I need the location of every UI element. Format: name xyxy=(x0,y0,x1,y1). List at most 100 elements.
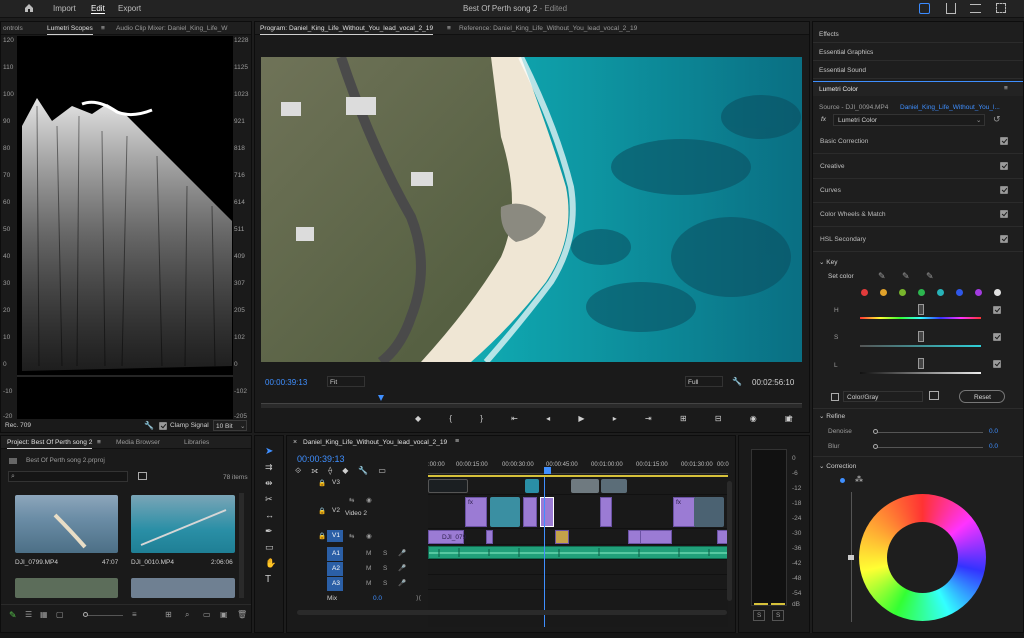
sort-icon[interactable]: ≡ xyxy=(132,610,137,619)
essential-graphics-tab[interactable]: Essential Graphics xyxy=(813,44,1023,61)
mic-icon[interactable]: 🎤 xyxy=(398,579,406,587)
clip-v3[interactable] xyxy=(601,479,627,493)
export-tab[interactable]: Export xyxy=(118,4,141,13)
clip-v1-selected[interactable] xyxy=(555,530,569,544)
fullscreen-icon[interactable] xyxy=(996,3,1006,13)
solo-left-button[interactable]: S xyxy=(753,610,765,621)
swatch-yellow-green[interactable] xyxy=(899,289,906,296)
lock-icon[interactable]: 🔒 xyxy=(318,507,326,515)
sequence-clip-link[interactable]: Daniel_King_Life_Without_You_l... xyxy=(900,104,1000,111)
reset-effect-icon[interactable]: ↺ xyxy=(993,114,1001,125)
menu-icon[interactable]: ≡ xyxy=(455,438,459,445)
eyedropper-plus-icon[interactable]: ✎ xyxy=(902,271,910,282)
media-thumbnail[interactable] xyxy=(15,578,118,598)
section-basic-correction[interactable]: Basic Correction xyxy=(813,130,1023,154)
section-checkbox[interactable] xyxy=(1000,137,1008,145)
swatch-cyan[interactable] xyxy=(937,289,944,296)
eyedropper-minus-icon[interactable]: ✎ xyxy=(926,271,934,282)
denoise-slider[interactable] xyxy=(875,432,983,433)
solo-button[interactable]: S xyxy=(383,580,387,587)
swatch-blue[interactable] xyxy=(956,289,963,296)
clip-v3[interactable] xyxy=(428,479,468,493)
correction-slider-handle[interactable] xyxy=(848,555,854,560)
program-video-frame[interactable] xyxy=(261,57,802,362)
clip-v1[interactable] xyxy=(640,530,672,544)
hue-slider[interactable] xyxy=(860,317,981,319)
clip-v2[interactable] xyxy=(490,497,520,527)
add-button-icon[interactable]: + xyxy=(787,413,793,424)
luminance-slider[interactable] xyxy=(860,372,981,374)
timeline-ruler[interactable]: :00:00 00:00:15:00 00:00:30:00 00:00:45:… xyxy=(428,458,729,474)
invert-mask-icon[interactable] xyxy=(929,391,939,400)
tab-audio-clip-mixer[interactable]: Audio Clip Mixer: Daniel_King_Life_W xyxy=(116,25,227,32)
project-scrollbar[interactable] xyxy=(239,493,244,598)
zoom-knob[interactable] xyxy=(83,612,88,617)
media-thumbnail[interactable] xyxy=(15,495,118,553)
pen-tool-icon[interactable]: ✒ xyxy=(265,526,273,537)
color-gray-dropdown[interactable]: Color/Gray xyxy=(843,391,923,402)
section-checkbox[interactable] xyxy=(1000,210,1008,218)
tab-program[interactable]: Program: Daniel_King_Life_Without_You_le… xyxy=(260,25,434,35)
playhead-marker[interactable] xyxy=(378,395,384,401)
playhead-line[interactable] xyxy=(544,477,545,627)
section-hsl-secondary[interactable]: HSL Secondary xyxy=(813,228,1023,252)
correction-section[interactable]: ⌄ Correction xyxy=(819,462,856,470)
wrench-icon[interactable]: 🔧 xyxy=(144,421,154,430)
clamp-signal-checkbox[interactable] xyxy=(159,422,167,430)
find-icon[interactable]: ⌕ xyxy=(185,610,189,620)
one-way-wheel-icon[interactable] xyxy=(840,478,845,483)
media-thumbnail[interactable] xyxy=(131,578,235,598)
sync-icon[interactable]: ⇆ xyxy=(349,532,354,540)
tab-libraries[interactable]: Libraries xyxy=(184,439,209,446)
resolution-dropdown[interactable]: Full xyxy=(685,376,723,387)
saturation-handle[interactable] xyxy=(918,331,924,342)
trash-icon[interactable]: 🗑 xyxy=(237,610,247,619)
zoom-slider[interactable] xyxy=(83,615,123,616)
section-checkbox[interactable] xyxy=(1000,235,1008,243)
solo-button[interactable]: S xyxy=(383,565,387,572)
tab-controls[interactable]: ontrols xyxy=(3,25,23,32)
section-color-wheels[interactable]: Color Wheels & Match xyxy=(813,203,1023,227)
type-tool-icon[interactable]: T xyxy=(265,574,271,585)
audio-clip-a1[interactable] xyxy=(428,546,728,559)
program-timeline-ruler[interactable] xyxy=(261,403,802,408)
luminance-checkbox[interactable] xyxy=(993,360,1001,368)
wrench-icon[interactable]: 🔧 xyxy=(732,377,742,386)
swatch-green[interactable] xyxy=(918,289,925,296)
swatch-red[interactable] xyxy=(861,289,868,296)
section-checkbox[interactable] xyxy=(1000,186,1008,194)
section-curves[interactable]: Curves xyxy=(813,179,1023,203)
selection-tool-icon[interactable]: ➤ xyxy=(265,446,276,457)
blur-knob[interactable] xyxy=(873,444,878,449)
clip-v2[interactable]: fx xyxy=(673,497,695,527)
tab-project[interactable]: Project: Best Of Perth song 2 xyxy=(7,439,93,449)
timeline-vertical-scrollbar[interactable] xyxy=(727,481,732,601)
fit-dropdown[interactable]: Fit xyxy=(327,376,365,387)
program-timecode[interactable]: 00:00:39:13 xyxy=(265,378,307,387)
menu-icon[interactable]: ≡ xyxy=(101,25,105,32)
effect-dropdown[interactable]: Lumetri Color ⌄ xyxy=(833,114,985,126)
clip-v2[interactable] xyxy=(600,497,612,527)
solo-button[interactable]: S xyxy=(383,550,387,557)
blur-slider[interactable] xyxy=(875,447,983,448)
clip-v2[interactable]: fx xyxy=(465,497,487,527)
essential-sound-tab[interactable]: Essential Sound xyxy=(813,62,1023,79)
reset-button[interactable]: Reset xyxy=(959,390,1005,403)
refine-section[interactable]: ⌄ Refine xyxy=(819,412,845,420)
mic-icon[interactable]: 🎤 xyxy=(398,564,406,572)
automate-icon[interactable]: ⊞ xyxy=(165,610,172,619)
menu-icon[interactable]: ≡ xyxy=(447,25,451,32)
eyedropper-icon[interactable]: ✎ xyxy=(878,271,886,282)
section-creative[interactable]: Creative xyxy=(813,155,1023,179)
mix-value[interactable]: 0.0 xyxy=(373,595,382,602)
home-icon[interactable] xyxy=(24,3,34,15)
mute-button[interactable]: M xyxy=(366,550,371,557)
timeline-timecode[interactable]: 00:00:39:13 xyxy=(297,454,345,464)
clip-v2[interactable] xyxy=(540,497,554,527)
media-thumbnail[interactable] xyxy=(131,495,235,553)
menu-icon[interactable]: ≡ xyxy=(1004,85,1008,92)
new-item-icon[interactable]: ▣ xyxy=(220,610,228,619)
eye-icon[interactable]: ◉ xyxy=(366,496,372,504)
workspaces-icon[interactable] xyxy=(970,4,981,13)
lock-icon[interactable]: 🔒 xyxy=(318,479,326,487)
